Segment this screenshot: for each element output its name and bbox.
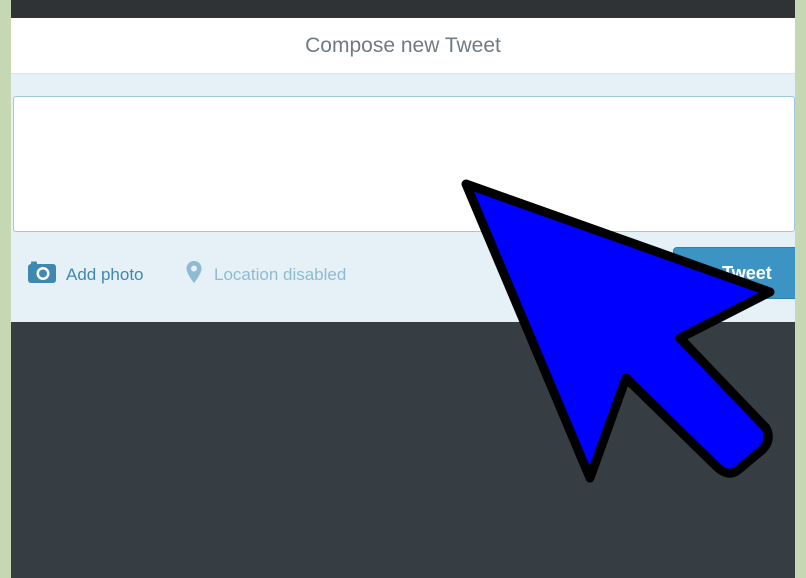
- compose-toolbar: Add photo Location disabled ✎ Tweet: [11, 234, 795, 322]
- add-photo-label: Add photo: [66, 264, 144, 284]
- compose-panel: Add photo Location disabled ✎ Tweet: [11, 74, 795, 322]
- location-label: Location disabled: [214, 264, 347, 284]
- tweet-text-input[interactable]: [13, 96, 795, 232]
- app-frame: Compose new Tweet Add photo Location dis…: [11, 0, 795, 578]
- compose-header: Compose new Tweet: [11, 18, 795, 74]
- window-top-bar: [11, 0, 795, 18]
- camera-icon: [27, 260, 57, 289]
- location-toggle[interactable]: Location disabled: [185, 260, 346, 289]
- add-photo-button[interactable]: Add photo: [27, 260, 144, 289]
- tweet-button[interactable]: ✎ Tweet: [673, 247, 795, 299]
- tweet-button-label: Tweet: [722, 262, 772, 283]
- page-title: Compose new Tweet: [305, 33, 501, 57]
- map-pin-icon: [185, 260, 203, 289]
- quill-icon: ✎: [700, 262, 716, 283]
